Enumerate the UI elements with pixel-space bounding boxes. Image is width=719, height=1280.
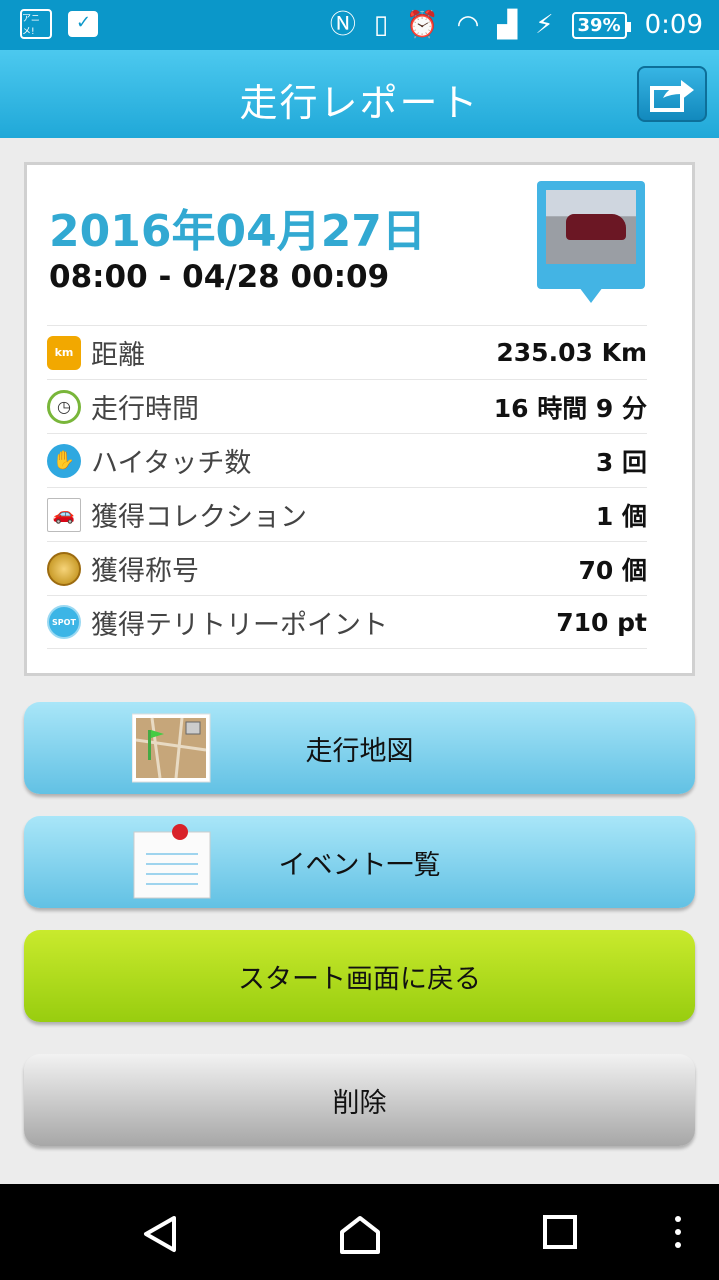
share-button[interactable] (637, 66, 707, 122)
battery-indicator: 39% (571, 11, 631, 39)
app-header: 走行レポート (0, 50, 719, 138)
clock-icon: ◷ (47, 389, 81, 424)
drive-summary-card: 2016年04月27日 08:00 - 04/28 00:09 km 距離 23… (24, 162, 695, 676)
status-bar: アニメ! Ⓝ ▯ ⏰ ◠ ▟ ⚡ 39% 0:09 (0, 0, 719, 50)
stats-list: km 距離 235.03 Km ◷ 走行時間 16 時間 9 分 ✋ ハイタッチ… (47, 325, 647, 649)
drive-date: 2016年04月27日 (49, 206, 426, 257)
spot-icon: SPOT (47, 605, 81, 639)
map-icon (132, 713, 211, 783)
stat-value: 1 個 (595, 501, 647, 531)
stat-value: 3 回 (595, 447, 647, 477)
memo-icon (133, 824, 211, 899)
stat-value: 16 時間 9 分 (493, 393, 647, 423)
status-time: 0:09 (644, 10, 703, 40)
stat-label: 距離 (91, 340, 145, 371)
alarm-icon: ⏰ (406, 10, 439, 40)
drive-map-button[interactable]: 走行地図 (24, 702, 695, 794)
drive-map-label: 走行地図 (305, 735, 414, 767)
stat-label: ハイタッチ数 (91, 448, 252, 479)
stat-label: 走行時間 (91, 394, 199, 425)
charging-icon: ⚡ (535, 10, 554, 40)
stat-label: 獲得テリトリーポイント (91, 609, 388, 641)
stat-label: 獲得コレクション (91, 502, 307, 533)
event-list-label: イベント一覧 (278, 849, 441, 881)
delete-button[interactable]: 削除 (24, 1054, 695, 1146)
home-nav-icon[interactable] (338, 1214, 382, 1254)
drive-time-range: 08:00 - 04/28 00:09 (49, 259, 390, 295)
stat-value: 710 pt (556, 607, 647, 637)
back-nav-icon[interactable] (140, 1214, 180, 1254)
share-icon (650, 80, 694, 112)
back-to-start-label: スタート画面に戻る (238, 963, 481, 995)
delete-label: 削除 (332, 1087, 387, 1119)
stat-row-drive-time: ◷ 走行時間 16 時間 9 分 (47, 379, 647, 433)
stat-row-collection: 🚗 獲得コレクション 1 個 (47, 487, 647, 541)
medal-icon (47, 551, 81, 586)
vibrate-icon: ▯ (373, 10, 389, 40)
briefcase-icon (68, 11, 98, 37)
car-icon: 🚗 (47, 497, 81, 532)
back-to-start-button[interactable]: スタート画面に戻る (24, 930, 695, 1022)
system-nav-bar (0, 1184, 719, 1280)
stat-value: 235.03 Km (496, 338, 647, 367)
stat-label: 獲得称号 (91, 556, 199, 587)
signal-icon: ▟ (497, 10, 518, 40)
car-photo-pin[interactable] (537, 181, 645, 303)
stat-value: 70 個 (578, 555, 648, 585)
recent-apps-icon[interactable] (542, 1214, 578, 1250)
km-icon: km (47, 335, 81, 370)
wifi-icon: ◠ (456, 10, 480, 40)
app-notification-icon: アニメ! (20, 9, 52, 39)
page-title: 走行レポート (239, 81, 480, 125)
more-options-icon[interactable] (672, 1214, 684, 1250)
car-photo (546, 190, 636, 264)
stat-row-titles: 獲得称号 70 個 (47, 541, 647, 595)
nfc-icon: Ⓝ (329, 10, 356, 40)
event-list-button[interactable]: イベント一覧 (24, 816, 695, 908)
stat-row-territory: SPOT 獲得テリトリーポイント 710 pt (47, 595, 647, 649)
stat-row-high-five: ✋ ハイタッチ数 3 回 (47, 433, 647, 487)
high-five-icon: ✋ (47, 443, 81, 478)
stat-row-distance: km 距離 235.03 Km (47, 325, 647, 379)
